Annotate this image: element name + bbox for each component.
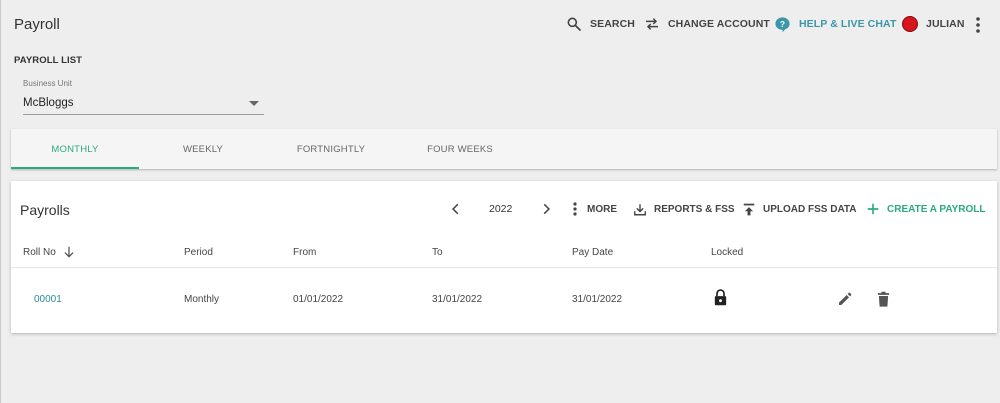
user-menu-button[interactable]: JULIAN bbox=[902, 13, 965, 35]
column-header-pay-date: Pay Date bbox=[572, 247, 614, 258]
chevron-left-icon[interactable] bbox=[449, 202, 463, 216]
payrolls-title: Payrolls bbox=[20, 202, 70, 218]
trash-icon[interactable] bbox=[876, 291, 891, 308]
arrow-down-icon bbox=[64, 246, 74, 258]
reports-fss-button[interactable]: REPORTS & FSS bbox=[633, 198, 735, 220]
more-label: MORE bbox=[587, 203, 617, 215]
chevron-right-icon[interactable] bbox=[539, 202, 553, 216]
app-header: Payroll SEARCH CHANGE ACCOUNT ? HELP & L… bbox=[0, 0, 1000, 48]
lock-icon bbox=[714, 289, 727, 306]
plus-icon bbox=[867, 203, 879, 215]
active-tab-indicator bbox=[11, 167, 139, 169]
tab-fortnightly[interactable]: FORTNIGHTLY bbox=[267, 129, 395, 169]
more-vertical-icon[interactable] bbox=[969, 15, 987, 35]
download-icon bbox=[634, 203, 646, 215]
tab-monthly[interactable]: MONTHLY bbox=[11, 129, 139, 169]
upload-fss-data-button[interactable]: UPLOAD FSS DATA bbox=[742, 198, 857, 220]
help-live-chat-label: HELP & LIVE CHAT bbox=[799, 18, 897, 30]
from-cell: 01/01/2022 bbox=[293, 294, 344, 305]
payrolls-card: Payrolls 2022 MORE REPORTS & FSS UPLOAD … bbox=[11, 181, 997, 333]
column-header-locked: Locked bbox=[711, 247, 744, 258]
swap-icon bbox=[646, 18, 658, 30]
pencil-icon[interactable] bbox=[837, 291, 853, 307]
search-label: SEARCH bbox=[590, 18, 635, 30]
tab-weekly[interactable]: WEEKLY bbox=[139, 129, 267, 169]
create-payroll-label: CREATE A PAYROLL bbox=[887, 203, 986, 215]
header-divider bbox=[11, 267, 997, 268]
period-cell: Monthly bbox=[184, 294, 220, 305]
to-cell: 31/01/2022 bbox=[432, 294, 483, 305]
roll-no-link[interactable]: 00001 bbox=[34, 294, 62, 305]
change-account-button[interactable]: CHANGE ACCOUNT bbox=[644, 13, 770, 35]
payroll-list-heading: PAYROLL LIST bbox=[14, 55, 83, 66]
app-title: Payroll bbox=[14, 16, 60, 33]
period-tabs: MONTHLY WEEKLY FORTNIGHTLY FOUR WEEKS bbox=[11, 129, 997, 169]
column-header-period: Period bbox=[184, 247, 213, 258]
column-header-label: Roll No bbox=[23, 246, 56, 258]
window-edge bbox=[0, 0, 1, 403]
business-unit-label: Business Unit bbox=[23, 79, 72, 88]
business-unit-value: McBloggs bbox=[23, 97, 74, 109]
reports-fss-label: REPORTS & FSS bbox=[654, 203, 735, 215]
tab-four-weeks[interactable]: FOUR WEEKS bbox=[395, 129, 525, 169]
business-unit-select[interactable]: Business Unit McBloggs bbox=[23, 79, 264, 115]
upload-fss-data-label: UPLOAD FSS DATA bbox=[763, 203, 857, 215]
user-name: JULIAN bbox=[926, 18, 965, 30]
search-icon bbox=[567, 17, 581, 31]
column-header-roll-no[interactable]: Roll No bbox=[23, 245, 76, 259]
avatar bbox=[902, 16, 918, 32]
create-payroll-button[interactable]: CREATE A PAYROLL bbox=[866, 198, 986, 220]
more-vertical-icon bbox=[573, 202, 577, 216]
column-header-from: From bbox=[293, 247, 317, 258]
pay-date-cell: 31/01/2022 bbox=[572, 294, 623, 305]
help-chat-icon: ? bbox=[775, 16, 790, 32]
more-button[interactable]: MORE bbox=[570, 198, 617, 220]
upload-icon bbox=[743, 203, 755, 215]
help-live-chat-button[interactable]: ? HELP & LIVE CHAT bbox=[774, 13, 896, 35]
select-underline bbox=[23, 114, 264, 115]
year-value: 2022 bbox=[489, 203, 513, 215]
column-header-to: To bbox=[432, 247, 443, 258]
search-button[interactable]: SEARCH bbox=[566, 13, 635, 35]
svg-text:?: ? bbox=[780, 18, 785, 28]
dropdown-caret-icon bbox=[249, 101, 259, 106]
change-account-label: CHANGE ACCOUNT bbox=[668, 18, 770, 30]
